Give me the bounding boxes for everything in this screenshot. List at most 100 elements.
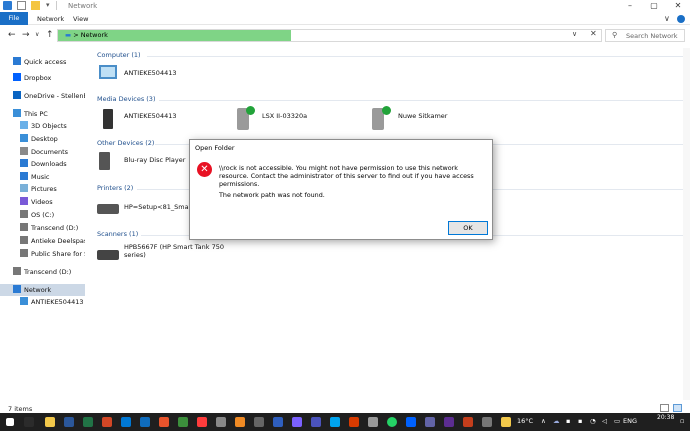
cloud-icon[interactable]: ☁ — [553, 417, 560, 425]
start-icon[interactable] — [6, 418, 14, 426]
tab-network[interactable]: Network — [37, 15, 64, 23]
group-header-other[interactable]: Other Devices (2) — [97, 139, 154, 147]
sidebar-item-transcend-d[interactable]: Transcend (D:) — [0, 222, 85, 234]
address-bar[interactable]: ▬ > Network ∨ ✕ — [57, 29, 602, 42]
app-icon[interactable] — [254, 417, 264, 427]
sidebar-item-documents[interactable]: Documents — [0, 146, 85, 158]
app-icon[interactable] — [330, 417, 340, 427]
stop-loading-button[interactable]: ✕ — [590, 29, 597, 38]
vertical-scrollbar[interactable] — [683, 48, 690, 400]
sidebar-item-pictures[interactable]: Pictures — [0, 183, 85, 195]
app-icon[interactable] — [425, 417, 435, 427]
sidebar-item-dropbox[interactable]: Dropbox — [0, 72, 85, 84]
tray-app-icon[interactable]: ▪ — [566, 417, 570, 425]
back-button[interactable]: ← — [8, 30, 16, 40]
tab-view[interactable]: View — [73, 15, 88, 23]
group-header-computer[interactable]: Computer (1) — [97, 51, 141, 59]
forward-button[interactable]: → — [22, 30, 30, 40]
sidebar-item-music[interactable]: Music — [0, 171, 85, 183]
sidebar-item-public-share-for-stu[interactable]: Public Share for Stu — [0, 248, 85, 260]
close-window-button[interactable]: ✕ — [666, 0, 690, 12]
sidebar-item-quick-access[interactable]: Quick access — [0, 56, 85, 68]
dialog-body: ✕ \\rock is not accessible. You might no… — [191, 154, 491, 239]
tray-chevron-icon[interactable]: ∧ — [541, 417, 546, 425]
item-media-nuwe-sitkamer[interactable]: Nuwe Sitkamer — [398, 112, 447, 120]
sidebar-item-desktop[interactable]: Desktop — [0, 133, 85, 145]
navigation-bar: ← → ∨ ↑ ▬ > Network ∨ ✕ ⚲ Search Network — [0, 27, 690, 44]
app-icon[interactable] — [349, 417, 359, 427]
folder-icon[interactable] — [3, 1, 12, 10]
dropbox-icon[interactable] — [406, 417, 416, 427]
large-icons-view-icon[interactable] — [673, 404, 682, 412]
maximize-button[interactable]: ▢ — [642, 0, 666, 12]
new-folder-icon[interactable] — [31, 1, 40, 10]
up-button[interactable]: ↑ — [46, 30, 54, 40]
outlook-icon[interactable] — [140, 417, 150, 427]
sidebar-item-label: Pictures — [31, 185, 57, 193]
search-box[interactable]: ⚲ Search Network — [605, 29, 685, 42]
network-icon[interactable]: ◔ — [590, 417, 596, 425]
volume-icon[interactable]: ◁ — [602, 417, 607, 425]
excel-icon[interactable] — [83, 417, 93, 427]
app-icon[interactable] — [368, 417, 378, 427]
sidebar-item-os-c[interactable]: OS (C:) — [0, 209, 85, 221]
sidebar-item-antieke504413[interactable]: ANTIEKE504413 — [0, 296, 85, 308]
details-view-icon[interactable] — [660, 404, 669, 412]
sidebar-item-videos[interactable]: Videos — [0, 196, 85, 208]
app-icon[interactable] — [482, 417, 492, 427]
sidebar-item-3d-objects[interactable]: 3D Objects — [0, 120, 85, 132]
chevron-down-icon[interactable]: ∨ — [664, 14, 670, 23]
search-input[interactable]: Search Network — [626, 32, 678, 40]
chrome-icon[interactable] — [178, 417, 188, 427]
sidebar-item-onedrive-stellenbos[interactable]: OneDrive - Stellenbos — [0, 90, 85, 102]
address-dropdown-button[interactable]: ∨ — [572, 30, 577, 38]
edge-icon[interactable] — [121, 417, 131, 427]
app-icon[interactable] — [444, 417, 454, 427]
teams-icon[interactable] — [311, 417, 321, 427]
ok-button[interactable]: OK — [448, 221, 488, 235]
weather-icon[interactable] — [501, 417, 511, 427]
app-icon[interactable] — [463, 417, 473, 427]
help-icon[interactable] — [677, 15, 685, 23]
app-icon[interactable] — [273, 417, 283, 427]
item-bluray-player[interactable]: Blu-ray Disc Player — [124, 156, 185, 164]
tray-app-icon[interactable]: ▪ — [578, 417, 582, 425]
title-bar: ▾ Network – ▢ ✕ — [0, 0, 690, 12]
group-header-scanners[interactable]: Scanners (1) — [97, 230, 138, 238]
acrobat-icon[interactable] — [197, 417, 207, 427]
battery-icon[interactable]: ▭ — [614, 417, 620, 425]
sidebar-item-this-pc[interactable]: This PC — [0, 108, 85, 120]
word-icon[interactable] — [64, 417, 74, 427]
group-header-printers[interactable]: Printers (2) — [97, 184, 133, 192]
customize-toolbar-icon[interactable]: ▾ — [46, 1, 55, 10]
sidebar-item-network[interactable]: Network — [0, 284, 85, 296]
language-indicator[interactable]: ENG — [623, 417, 637, 425]
sidebar-item-downloads[interactable]: Downloads — [0, 158, 85, 170]
group-header-media[interactable]: Media Devices (3) — [97, 95, 155, 103]
notification-icon[interactable]: ▫ — [680, 417, 684, 425]
firefox-icon[interactable] — [159, 417, 169, 427]
sidebar-item-transcend-d[interactable]: Transcend (D:) — [0, 266, 85, 278]
powerpoint-icon[interactable] — [102, 417, 112, 427]
sidebar-item-antieke-deelspasie[interactable]: Antieke Deelspasie ( — [0, 235, 85, 247]
item-scanner[interactable]: HPB5667F (HP Smart Tank 750 series) — [124, 243, 224, 259]
clock[interactable]: 20:38 — [657, 413, 674, 422]
item-media-lsx[interactable]: LSX II-03320a — [262, 112, 307, 120]
app-icon[interactable] — [216, 417, 226, 427]
minimize-button[interactable]: – — [618, 0, 642, 12]
file-explorer-icon[interactable] — [45, 417, 55, 427]
item-computer-antieke[interactable]: ANTIEKE504413 — [124, 69, 177, 77]
document-icon — [20, 147, 28, 155]
recent-locations-button[interactable]: ∨ — [35, 30, 39, 40]
tab-file[interactable]: File — [0, 12, 28, 25]
search-icon[interactable] — [24, 417, 34, 427]
temperature[interactable]: 16°C — [517, 417, 533, 425]
sidebar-item-label: OneDrive - Stellenbos — [24, 92, 85, 100]
item-media-antieke[interactable]: ANTIEKE504413 — [124, 112, 177, 120]
breadcrumb[interactable]: ▬ > Network — [65, 31, 108, 39]
breadcrumb-network[interactable]: Network — [81, 31, 108, 39]
whatsapp-icon[interactable] — [387, 417, 397, 427]
properties-icon[interactable] — [17, 1, 26, 10]
app-icon[interactable] — [235, 417, 245, 427]
app-icon[interactable] — [292, 417, 302, 427]
